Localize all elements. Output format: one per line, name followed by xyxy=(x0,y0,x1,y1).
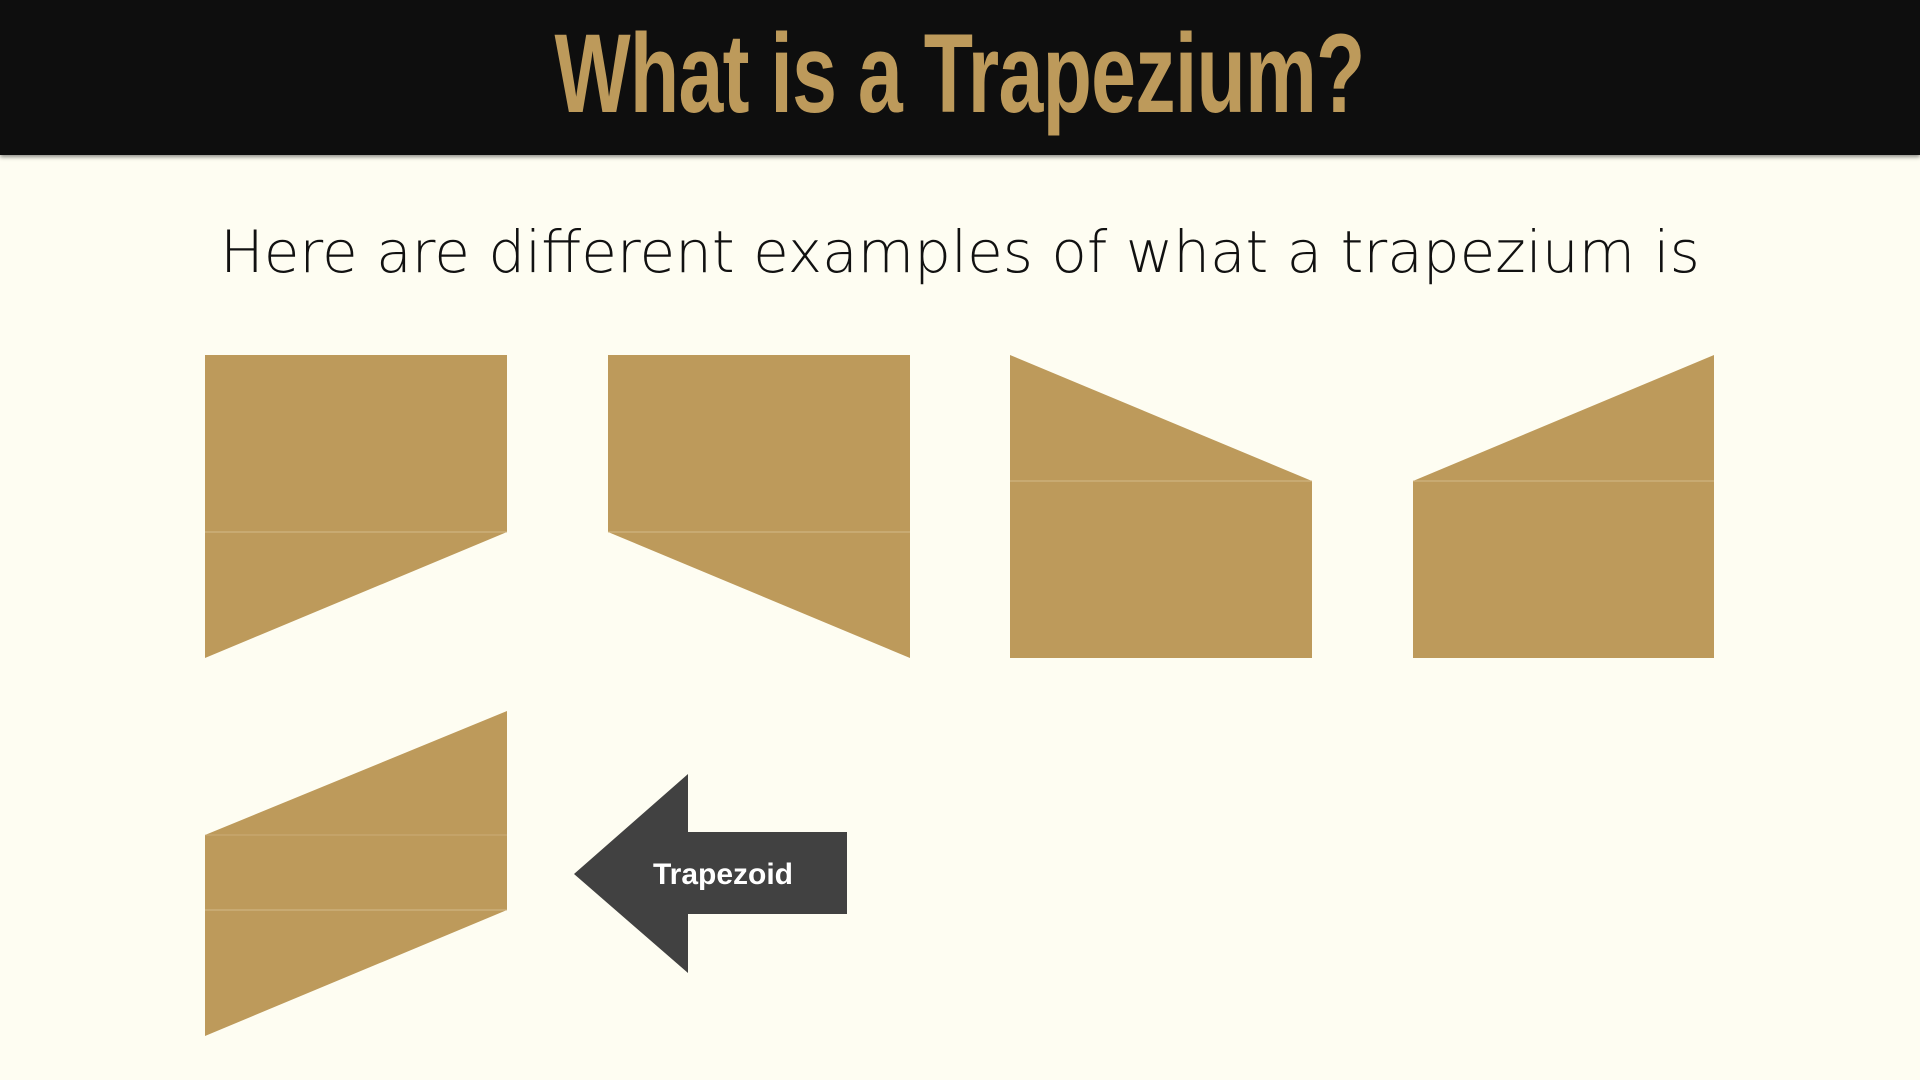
trapezium-1-rectangle xyxy=(205,355,507,532)
trapezium-4-rectangle xyxy=(1413,481,1714,658)
trapezium-2-rectangle xyxy=(608,355,910,532)
trapezium-example-4 xyxy=(1413,355,1714,658)
arrow-label: Trapezoid xyxy=(653,858,793,891)
trapezium-example-1 xyxy=(205,355,507,658)
trapezium-5-lower xyxy=(205,910,507,1036)
trapezium-example-2 xyxy=(608,355,910,658)
trapezoid-callout-arrow: Trapezoid xyxy=(574,774,847,973)
trapezium-2-triangle xyxy=(608,532,910,658)
trapezium-3-triangle xyxy=(1010,355,1312,481)
trapezium-4-triangle xyxy=(1413,355,1714,481)
trapezium-3-rectangle xyxy=(1010,481,1312,658)
shapes-canvas: Trapezoid xyxy=(205,355,1714,1036)
trapezium-example-5 xyxy=(205,711,507,1036)
trapezium-1-triangle xyxy=(205,532,507,658)
trapezium-5-upper xyxy=(205,711,507,910)
trapezium-example-3 xyxy=(1010,355,1312,658)
